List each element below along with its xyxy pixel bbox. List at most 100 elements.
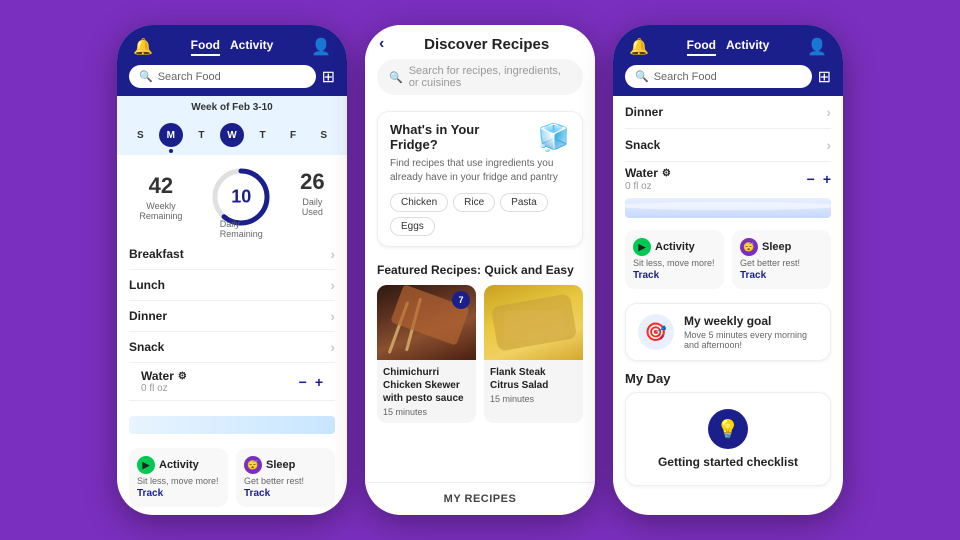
back-button[interactable]: ‹ (379, 35, 384, 53)
p3-meal-dinner[interactable]: Dinner › (625, 96, 831, 129)
p3-water-increase-button[interactable]: + (823, 171, 831, 187)
gear-icon[interactable]: ⚙ (178, 371, 187, 382)
recipe-name-1: Chimichurri Chicken Skewer with pesto sa… (383, 366, 470, 405)
day-thu[interactable]: T (251, 123, 275, 147)
goal-title: My weekly goal (684, 314, 818, 328)
stats-row: 42 WeeklyRemaining 10 DailyRemaining 26 … (117, 155, 347, 239)
recipe-badge-1: 7 (452, 291, 470, 309)
barcode-icon[interactable]: ⊞ (322, 67, 335, 87)
p3-sleep-card: 😴 Sleep Get better rest! Track (732, 230, 831, 289)
daily-used-label: DailyUsed (300, 197, 324, 217)
featured-section: Featured Recipes: Quick and Easy 7 Chimi… (365, 255, 595, 427)
search-bar: 🔍 Search Food ⊞ (117, 65, 347, 96)
p3-sleep-desc: Get better rest! (740, 258, 823, 268)
meal-dinner[interactable]: Dinner › (129, 301, 335, 332)
sleep-track-link[interactable]: Track (244, 488, 327, 499)
p3-water-label: Water ⚙ (625, 166, 671, 180)
chevron-icon: › (826, 137, 831, 153)
water-label: Water ⚙ (141, 369, 187, 383)
water-controls: − + (299, 374, 323, 390)
p3-activity-card: ▶ Activity Sit less, move more! Track (625, 230, 724, 289)
days-row: S M T W T F S (117, 119, 347, 155)
bell-icon: 🔔 (133, 37, 153, 57)
fridge-card-header: What's in Your Fridge? 🧊 (390, 122, 570, 153)
weekly-remaining-value: 42 (139, 173, 182, 199)
water-amount: 0 fl oz (141, 383, 187, 394)
p3-water-decrease-button[interactable]: − (807, 171, 815, 187)
meal-snack[interactable]: Snack › (129, 332, 335, 363)
nav-tabs: Food Activity (687, 38, 770, 56)
stat-daily-remaining: 10 DailyRemaining (211, 167, 271, 227)
meal-breakfast[interactable]: Breakfast › (129, 239, 335, 270)
gear-icon[interactable]: ⚙ (662, 168, 671, 179)
tab-activity[interactable]: Activity (726, 38, 769, 56)
chevron-icon: › (330, 277, 335, 293)
p3-water-amount: 0 fl oz (625, 181, 671, 192)
user-icon: 👤 (807, 37, 827, 57)
fridge-desc: Find recipes that use ingredients you al… (390, 157, 570, 185)
water-decrease-button[interactable]: − (299, 374, 307, 390)
day-tue[interactable]: T (189, 123, 213, 147)
water-increase-button[interactable]: + (315, 374, 323, 390)
recipe-time-2: 15 minutes (490, 394, 577, 404)
recipe-time-1: 15 minutes (383, 407, 470, 417)
recipe-info-1: Chimichurri Chicken Skewer with pesto sa… (377, 360, 476, 423)
phone-2: ‹ Discover Recipes 🔍 Search for recipes,… (365, 25, 595, 515)
search-icon: 🔍 (139, 70, 153, 83)
search-input[interactable]: 🔍 Search Food (129, 65, 316, 88)
day-sat[interactable]: S (312, 123, 336, 147)
recipe-card-2[interactable]: Flank Steak Citrus Salad 15 minutes (484, 285, 583, 423)
goal-icon: 🎯 (638, 314, 674, 350)
fridge-title: What's in Your Fridge? (390, 122, 530, 152)
wave-graphic (625, 198, 831, 218)
p3-sleep-track-link[interactable]: Track (740, 270, 823, 281)
meal-lunch[interactable]: Lunch › (129, 270, 335, 301)
p3-activity-sleep: ▶ Activity Sit less, move more! Track 😴 … (613, 222, 843, 297)
search-input-3[interactable]: 🔍 Search Food (625, 65, 812, 88)
p3-activity-title: ▶ Activity (633, 238, 716, 256)
day-wed[interactable]: W (220, 123, 244, 147)
tag-rice[interactable]: Rice (453, 193, 495, 212)
nav-tabs: Food Activity (191, 38, 274, 56)
activity-track-link[interactable]: Track (137, 488, 220, 499)
barcode-icon[interactable]: ⊞ (818, 67, 831, 87)
phone2-header: ‹ Discover Recipes (365, 25, 595, 59)
p3-water-row: Water ⚙ 0 fl oz − + (625, 166, 831, 192)
search-icon: 🔍 (635, 70, 649, 83)
phone-3: 🔔 Food Activity 👤 🔍 Search Food ⊞ Dinner… (613, 25, 843, 515)
tab-food[interactable]: Food (687, 38, 716, 56)
search-icon: 🔍 (389, 71, 403, 84)
phone2-search: 🔍 Search for recipes, ingredients, or cu… (365, 59, 595, 103)
activity-title: ▶ Activity (137, 456, 220, 474)
p3-activity-track-link[interactable]: Track (633, 270, 716, 281)
featured-title: Featured Recipes: Quick and Easy (377, 263, 583, 277)
daily-remaining-label: DailyRemaining (220, 219, 263, 239)
tag-pasta[interactable]: Pasta (500, 193, 548, 212)
p3-sleep-title: 😴 Sleep (740, 238, 823, 256)
meal-list: Breakfast › Lunch › Dinner › Snack › (117, 239, 347, 416)
day-mon[interactable]: M (159, 123, 183, 147)
discover-title: Discover Recipes (392, 36, 581, 53)
recipe-search-input[interactable]: 🔍 Search for recipes, ingredients, or cu… (377, 59, 583, 95)
weekly-remaining-label: WeeklyRemaining (139, 201, 182, 221)
recipe-img-2 (484, 285, 583, 360)
my-day-section: My Day 💡 Getting started checklist (613, 367, 843, 492)
phone3-body: Dinner › Snack › Water ⚙ 0 fl oz (613, 96, 843, 515)
tab-activity[interactable]: Activity (230, 38, 273, 56)
p3-activity-icon: ▶ (633, 238, 651, 256)
p3-meal-snack[interactable]: Snack › (625, 129, 831, 162)
user-icon: 👤 (311, 37, 331, 57)
stat-weekly: 42 WeeklyRemaining (139, 173, 182, 221)
day-fri[interactable]: F (281, 123, 305, 147)
p3-water-controls: − + (807, 171, 831, 187)
tab-food[interactable]: Food (191, 38, 220, 56)
my-recipes-bar[interactable]: MY RECIPES (365, 482, 595, 515)
week-header: Week of Feb 3-10 (117, 96, 347, 119)
recipe-card-1[interactable]: 7 Chimichurri Chicken Skewer with pesto … (377, 285, 476, 423)
chevron-icon: › (330, 308, 335, 324)
tag-chicken[interactable]: Chicken (390, 193, 448, 212)
day-sun[interactable]: S (128, 123, 152, 147)
activity-sleep-section: ▶ Activity Sit less, move more! Track 😴 … (117, 440, 347, 515)
meal-breakfast-label: Breakfast (129, 247, 184, 261)
tag-eggs[interactable]: Eggs (390, 217, 435, 236)
